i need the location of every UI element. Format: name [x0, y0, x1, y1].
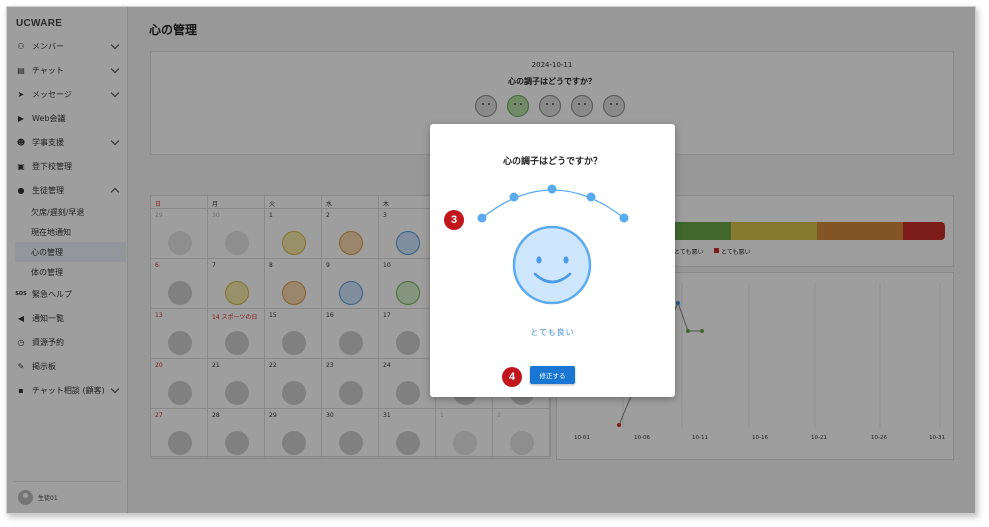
slider-node-1[interactable]: [477, 213, 487, 223]
mood-slider[interactable]: [430, 124, 675, 324]
mood-selected-label: とても良い: [530, 328, 575, 337]
slider-node-3[interactable]: [547, 184, 557, 194]
mood-edit-dialog: 心の調子はどうですか？ とても良い 修正する: [430, 124, 675, 397]
step-marker-3: 3: [444, 210, 464, 230]
slider-node-5[interactable]: [619, 213, 629, 223]
slider-node-2[interactable]: [509, 192, 519, 202]
smile-face-icon: [512, 225, 592, 305]
app-window: UCWARE ⚇ メンバー ▤ チャット ➤ メッセージ ▶ Web会議 ☻ 学…: [6, 6, 976, 514]
mood-slider-arc: [481, 189, 625, 219]
step-marker-4: 4: [502, 367, 522, 387]
slider-node-4[interactable]: [586, 192, 596, 202]
edit-submit-button[interactable]: 修正する: [530, 366, 575, 384]
